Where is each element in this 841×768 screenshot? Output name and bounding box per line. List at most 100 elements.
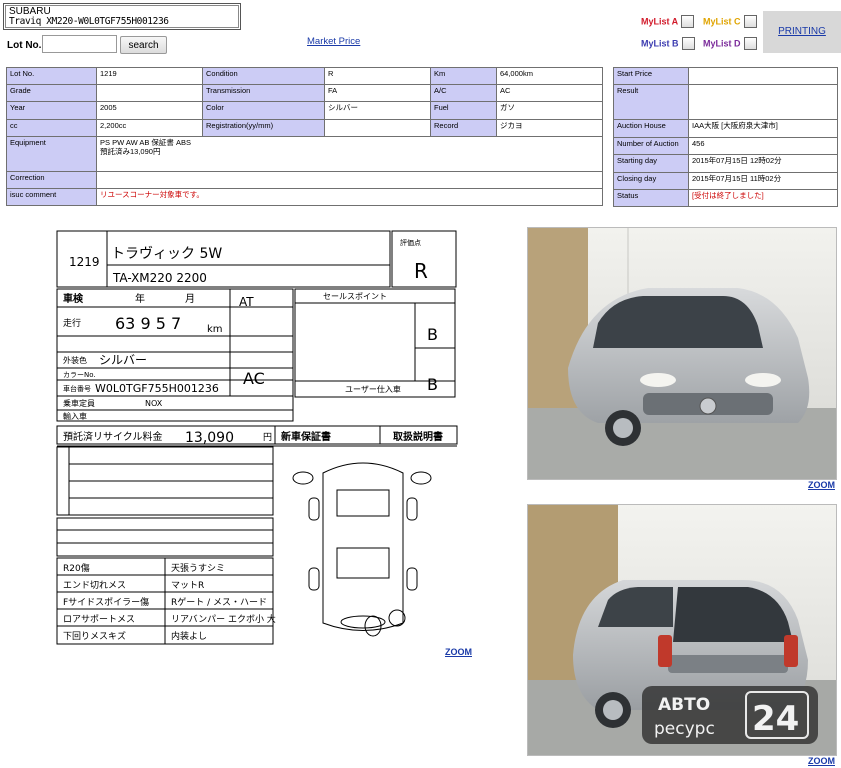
printing-panel: PRINTING (763, 11, 841, 53)
transmission-value: FA (324, 84, 431, 102)
sheet-note-l5: 下回りメスキズ (63, 630, 126, 642)
start-price-value (688, 67, 838, 85)
sheet-recycle-label: 預託済リサイクル料金 (63, 430, 163, 443)
condition-value: R (324, 67, 431, 85)
ac-key: A/C (430, 84, 497, 102)
registration-key: Registration(yy/mm) (202, 119, 325, 137)
sheet-note-l2: エンド切れメス (63, 580, 126, 591)
sheet-user-history: ユーザー仕入車 (345, 384, 401, 394)
result-key: Result (613, 84, 689, 120)
mylist-b-checkbox[interactable] (681, 37, 695, 50)
equipment-value: PS PW AW AB 保証書 ABS 預託済み13,090円 (96, 136, 603, 172)
grade-key: Grade (6, 84, 97, 102)
mylist-a-checkbox[interactable] (681, 15, 695, 28)
status-key: Status (613, 189, 689, 207)
sheet-yen: 円 (263, 432, 272, 443)
mylist-b[interactable]: MyList B (641, 37, 695, 50)
starting-day-value: 2015年07月15日 12時02分 (688, 154, 838, 173)
lot-no-input[interactable] (42, 35, 117, 53)
sheet-shaken-label: 車検 (63, 292, 84, 305)
sheet-manual: 取扱説明書 (393, 430, 443, 443)
closing-day-value: 2015年07月15日 11時02分 (688, 172, 838, 190)
lot-no-key: Lot No. (6, 67, 97, 85)
specs-table: Lot No. 1219 Condition R Km 64,000km Gra… (6, 67, 603, 206)
transmission-key: Transmission (202, 84, 325, 102)
km-key: Km (430, 67, 497, 85)
auction-house-value: IAA大阪 [大阪府泉大津市] (688, 119, 838, 138)
auction-house-key: Auction House (613, 119, 689, 138)
mylist-d[interactable]: MyList D (703, 37, 757, 50)
ac-value: AC (496, 84, 603, 102)
fuel-value: ガソ (496, 101, 603, 120)
sheet-exterior-grade: B (427, 375, 438, 394)
lot-no-label: Lot No. (7, 40, 42, 51)
year-value: 2005 (96, 101, 203, 120)
cc-key: cc (6, 119, 97, 137)
number-of-auction-key: Number of Auction (613, 137, 689, 155)
watermark-line1: АВТО (658, 695, 710, 715)
color-value: シルバー (324, 101, 431, 120)
equipment-line2: 預託済み13,090円 (100, 147, 161, 156)
isuc-comment-value: リユースコーナー対象車です。 (96, 188, 603, 206)
zoom-sheet-link[interactable]: ZOOM (445, 647, 472, 657)
sheet-nox-label: NOX (145, 399, 163, 408)
equipment-line1: PS PW AW AB 保証書 ABS (100, 138, 191, 147)
sheet-mileage: 63 9 5 7 (115, 314, 181, 333)
mylist-d-label: MyList D (703, 38, 741, 49)
auction-table: Start Price Result Auction House IAA大阪 [… (613, 67, 838, 207)
watermark-number: 24 (752, 699, 799, 739)
sheet-note-r4: リアバンパー エクボ小 大 (171, 613, 276, 625)
car-diagram-icon (292, 462, 432, 637)
sheet-interior-grade: B (427, 325, 438, 344)
mylist-b-label: MyList B (641, 38, 679, 49)
watermark-line2: ресурс (654, 719, 715, 739)
zoom-rear-photo-link[interactable]: ZOOM (808, 756, 835, 766)
mylist-d-checkbox[interactable] (743, 37, 757, 50)
start-price-key: Start Price (613, 67, 689, 85)
sheet-year-label: 年 (135, 292, 145, 305)
equipment-key: Equipment (6, 136, 97, 172)
mylist-c[interactable]: MyList C (703, 15, 757, 28)
sheet-note-r3: Rゲート / メス・ハード (171, 596, 267, 608)
closing-day-key: Closing day (613, 172, 689, 190)
auction-sheet-image[interactable]: 1219 トラヴィック 5W TA-XM220 2200 評価点 R 車検 年 … (55, 228, 459, 648)
sheet-mileage-label: 走行 (63, 317, 81, 329)
number-of-auction-value: 456 (688, 137, 838, 155)
market-price-link[interactable]: Market Price (307, 36, 360, 47)
correction-value (96, 171, 603, 189)
sheet-at: AT (239, 295, 254, 309)
status-value: [受付は終了しました] (688, 189, 838, 207)
sheet-car-name: トラヴィック 5W (111, 245, 222, 262)
mylist-a-label: MyList A (641, 16, 679, 27)
avtoresurs-watermark-logo: АВТО ресурс 24 (640, 684, 820, 746)
km-value: 64,000km (496, 67, 603, 85)
sheet-vin-label: 車台番号 (63, 384, 91, 393)
sheet-exterior-label: 外装色 (63, 355, 87, 365)
search-button[interactable]: search (120, 36, 167, 54)
zoom-front-photo-link[interactable]: ZOOM (808, 480, 835, 490)
lot-no-value: 1219 (96, 67, 203, 85)
mylist-a[interactable]: MyList A (641, 15, 695, 28)
result-value (688, 84, 838, 120)
mylist-c-checkbox[interactable] (743, 15, 757, 28)
car-front-photo[interactable] (527, 227, 837, 480)
printing-link[interactable]: PRINTING (778, 26, 826, 37)
year-key: Year (6, 101, 97, 120)
color-key: Color (202, 101, 325, 120)
sheet-lot-number: 1219 (69, 255, 100, 269)
sheet-score-label: 評価点 (400, 238, 421, 247)
sheet-km-unit: km (207, 324, 223, 335)
sheet-import-label: 輸入車 (63, 411, 87, 421)
sheet-note-l4: ロアサポートメス (63, 614, 135, 625)
condition-key: Condition (202, 67, 325, 85)
sheet-note-l1: R20傷 (63, 562, 90, 574)
fuel-key: Fuel (430, 101, 497, 120)
sheet-note-r2: マットR (171, 581, 204, 591)
sheet-sales-point: セールスポイント (323, 292, 387, 301)
sheet-chassis: TA-XM220 2200 (112, 271, 207, 285)
starting-day-key: Starting day (613, 154, 689, 173)
mylist-c-label: MyList C (703, 16, 741, 27)
sheet-note-r5: 内装よし (171, 630, 207, 642)
correction-key: Correction (6, 171, 97, 189)
sheet-vin: W0L0TGF755H001236 (95, 382, 219, 395)
